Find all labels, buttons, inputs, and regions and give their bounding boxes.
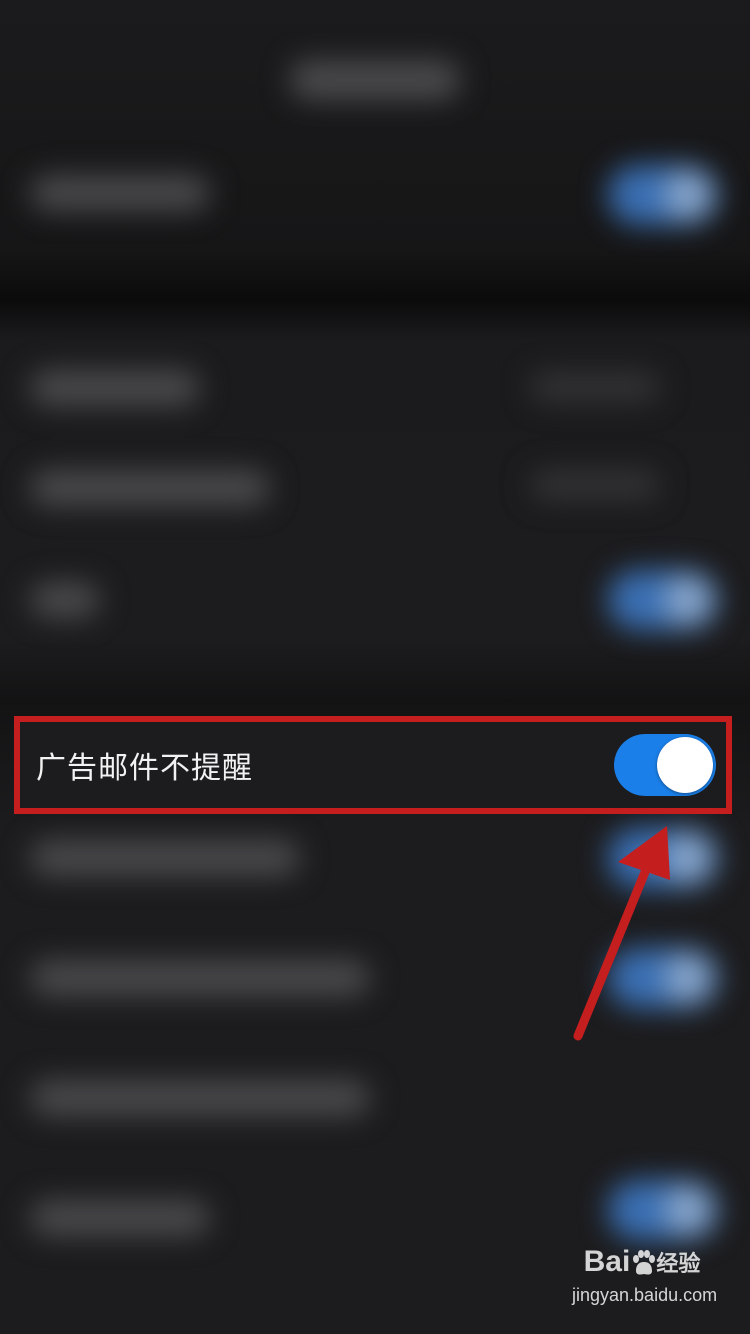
watermark-brand-text: Bai xyxy=(583,1245,631,1278)
blurred-title xyxy=(290,60,460,100)
watermark-url: jingyan.baidu.com xyxy=(572,1285,718,1305)
blurred-row-label xyxy=(30,840,300,876)
blurred-toggle xyxy=(608,570,718,630)
watermark-cn-text: 经验 xyxy=(656,1251,701,1276)
blurred-row-value xyxy=(530,372,660,402)
blurred-settings-list xyxy=(0,0,750,1334)
blurred-toggle xyxy=(608,828,718,888)
toggle-knob xyxy=(657,737,713,793)
setting-label: 广告邮件不提醒 xyxy=(36,751,253,786)
ad-mail-no-reminder-toggle[interactable] xyxy=(614,734,716,796)
blurred-row-label xyxy=(30,1200,210,1236)
baidu-jingyan-watermark: Bai 经验 jingyan.baidu.com xyxy=(572,1242,718,1318)
blurred-row-label xyxy=(30,1080,370,1116)
blurred-row-label xyxy=(30,582,100,618)
blurred-row-label xyxy=(30,175,210,211)
blurred-row-label xyxy=(30,960,370,996)
blurred-row-value xyxy=(530,470,660,500)
ad-mail-no-reminder-row[interactable]: 广告邮件不提醒 xyxy=(14,716,732,814)
blurred-toggle xyxy=(608,1180,718,1240)
blurred-toggle xyxy=(608,948,718,1008)
blurred-row-label xyxy=(30,370,200,406)
settings-screen: 广告邮件不提醒 Bai 经验 jingyan.baidu.com xyxy=(0,0,750,1334)
paw-icon xyxy=(633,1250,656,1275)
blurred-toggle xyxy=(608,165,718,225)
blurred-row-label xyxy=(30,470,270,506)
